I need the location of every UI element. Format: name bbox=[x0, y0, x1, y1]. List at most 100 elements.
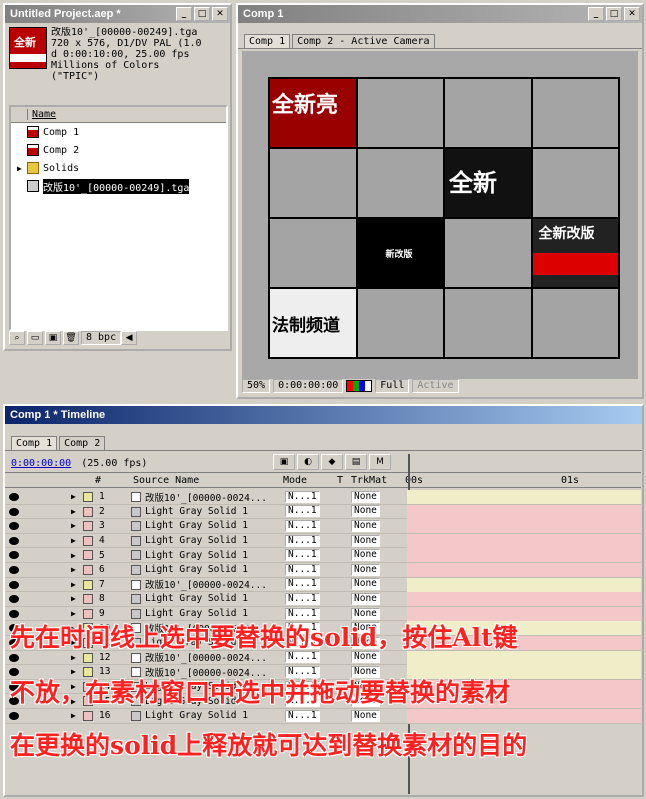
mode-dropdown[interactable]: N...1 bbox=[285, 563, 320, 576]
maximize-button[interactable]: □ bbox=[194, 7, 210, 21]
project-titlebar[interactable]: Untitled Project.aep * _ □ ✕ bbox=[5, 5, 230, 23]
tab-comp1[interactable]: Comp 1 bbox=[11, 436, 58, 450]
eye-icon[interactable] bbox=[9, 711, 19, 720]
layer-source-name[interactable]: Light Gray Solid 1 bbox=[145, 506, 248, 517]
eye-icon[interactable] bbox=[9, 653, 19, 662]
label-color-swatch[interactable] bbox=[83, 550, 93, 561]
comp-canvas[interactable]: 全新亮 全新 新改版 全新改版 法制频道 bbox=[242, 51, 638, 379]
expand-arrow-icon[interactable]: ▶ bbox=[71, 653, 76, 662]
timeline-timecode[interactable]: 0:00:00:00 bbox=[11, 458, 71, 469]
trkmat-dropdown[interactable]: None bbox=[351, 563, 380, 576]
scroll-left-icon[interactable]: ◀ bbox=[121, 331, 138, 345]
col-trkmat[interactable]: TrkMat bbox=[351, 475, 387, 486]
trash-icon[interactable]: 🗑 bbox=[63, 331, 79, 345]
expand-arrow-icon[interactable]: ▶ bbox=[17, 164, 22, 173]
layer-duration-bar[interactable] bbox=[407, 519, 641, 534]
eye-icon[interactable] bbox=[9, 536, 19, 545]
project-item[interactable]: ▶ Solids bbox=[11, 159, 226, 177]
trkmat-dropdown[interactable]: None bbox=[351, 519, 380, 532]
layer-duration-bar[interactable] bbox=[407, 708, 641, 723]
label-color-swatch[interactable] bbox=[83, 521, 93, 532]
trkmat-dropdown[interactable]: None bbox=[351, 490, 380, 503]
mode-dropdown[interactable]: N...1 bbox=[285, 490, 320, 503]
mode-dropdown[interactable]: N...1 bbox=[285, 505, 320, 518]
mode-dropdown[interactable]: N...1 bbox=[285, 592, 320, 605]
label-color-swatch[interactable] bbox=[83, 579, 93, 590]
trkmat-dropdown[interactable]: None bbox=[351, 709, 380, 722]
layer-source-name[interactable]: 改版10'_[00000-0024... bbox=[145, 577, 267, 591]
tab-comp2[interactable]: Comp 2 - Active Camera bbox=[292, 34, 435, 48]
trkmat-dropdown[interactable]: None bbox=[351, 578, 380, 591]
trkmat-dropdown[interactable]: None bbox=[351, 549, 380, 562]
eye-icon[interactable] bbox=[9, 551, 19, 560]
motion-blur-m-icon[interactable]: M bbox=[369, 454, 391, 470]
layer-row[interactable]: ▶ 4 Light Gray Solid 1 N...1 None bbox=[5, 533, 641, 549]
frame-blend-icon[interactable]: ▤ bbox=[345, 454, 367, 470]
find-icon[interactable]: ⌕ bbox=[9, 331, 25, 345]
layer-duration-bar[interactable] bbox=[407, 562, 641, 577]
layer-row[interactable]: ▶ 8 Light Gray Solid 1 N...1 None bbox=[5, 592, 641, 607]
expand-arrow-icon[interactable]: ▶ bbox=[71, 521, 76, 530]
col-source-name[interactable]: Source Name bbox=[133, 475, 199, 486]
new-comp-icon[interactable]: ▣ bbox=[45, 331, 61, 345]
expand-arrow-icon[interactable]: ▶ bbox=[71, 565, 76, 574]
mode-dropdown[interactable]: N...1 bbox=[285, 534, 320, 547]
minimize-button[interactable]: _ bbox=[176, 7, 192, 21]
layer-row[interactable]: ▶ 16 Light Gray Solid 1 N...1 None bbox=[5, 708, 641, 724]
layer-duration-bar[interactable] bbox=[407, 504, 641, 519]
project-item[interactable]: Comp 2 bbox=[11, 141, 226, 159]
layer-row[interactable]: ▶ 1 改版10'_[00000-0024... N...1 None bbox=[5, 490, 641, 505]
eye-icon[interactable] bbox=[9, 507, 19, 516]
mode-dropdown[interactable]: N...1 bbox=[285, 549, 320, 562]
layer-row[interactable]: ▶ 6 Light Gray Solid 1 N...1 None bbox=[5, 562, 641, 578]
timeline-titlebar[interactable]: Comp 1 * Timeline bbox=[5, 406, 642, 424]
mode-dropdown[interactable]: N...1 bbox=[285, 519, 320, 532]
expand-arrow-icon[interactable]: ▶ bbox=[71, 711, 76, 720]
label-color-swatch[interactable] bbox=[83, 594, 93, 605]
bpc-indicator[interactable]: 8 bpc bbox=[81, 331, 122, 345]
expand-arrow-icon[interactable]: ▶ bbox=[71, 551, 76, 560]
label-color-swatch[interactable] bbox=[83, 492, 93, 502]
draft-3d-icon[interactable]: ◆ bbox=[321, 454, 343, 470]
expand-arrow-icon[interactable]: ▶ bbox=[71, 609, 76, 618]
label-color-swatch[interactable] bbox=[83, 506, 93, 517]
layer-duration-bar[interactable] bbox=[407, 490, 641, 504]
eye-icon[interactable] bbox=[9, 609, 19, 618]
comp-titlebar[interactable]: Comp 1 _ □ ✕ bbox=[238, 5, 642, 23]
layer-source-name[interactable]: Light Gray Solid 1 bbox=[145, 550, 248, 561]
project-item[interactable]: 改版10'_[00000-00249].tga bbox=[11, 177, 226, 195]
label-color-swatch[interactable] bbox=[83, 535, 93, 546]
layer-source-name[interactable]: Light Gray Solid 1 bbox=[145, 564, 248, 575]
minimize-button[interactable]: _ bbox=[588, 7, 604, 21]
expand-arrow-icon[interactable]: ▶ bbox=[71, 507, 76, 516]
project-item-list[interactable]: Name Comp 1 Comp 2 ▶ Solids 改版10'_[00000-… bbox=[9, 105, 228, 331]
color-channels-icon[interactable] bbox=[346, 380, 373, 392]
layer-duration-bar[interactable] bbox=[407, 592, 641, 607]
eye-icon[interactable] bbox=[9, 580, 19, 589]
new-folder-icon[interactable]: ▭ bbox=[27, 331, 43, 345]
trkmat-dropdown[interactable]: None bbox=[351, 592, 380, 605]
layer-source-name[interactable]: Light Gray Solid 1 bbox=[145, 520, 248, 531]
layer-source-name[interactable]: 改版10'_[00000-0024... bbox=[145, 490, 267, 504]
resolution-dropdown[interactable]: Full bbox=[375, 379, 410, 393]
tab-comp2[interactable]: Comp 2 bbox=[59, 436, 106, 450]
expand-arrow-icon[interactable]: ▶ bbox=[71, 580, 76, 589]
layer-row[interactable]: ▶ 2 Light Gray Solid 1 N...1 None bbox=[5, 504, 641, 520]
maximize-button[interactable]: □ bbox=[606, 7, 622, 21]
project-item[interactable]: Comp 1 bbox=[11, 123, 226, 141]
layer-duration-bar[interactable] bbox=[407, 548, 641, 563]
comp-flowchart-icon[interactable]: ▣ bbox=[273, 454, 295, 470]
expand-arrow-icon[interactable]: ▶ bbox=[71, 536, 76, 545]
close-button[interactable]: ✕ bbox=[624, 7, 640, 21]
eye-icon[interactable] bbox=[9, 595, 19, 604]
layer-duration-bar[interactable] bbox=[407, 533, 641, 548]
tab-comp1[interactable]: Comp 1 bbox=[244, 34, 291, 48]
layer-source-name[interactable]: Light Gray Solid 1 bbox=[145, 535, 248, 546]
eye-icon[interactable] bbox=[9, 565, 19, 574]
camera-dropdown[interactable]: Active bbox=[412, 379, 459, 393]
column-name[interactable]: Name bbox=[27, 109, 56, 120]
label-color-swatch[interactable] bbox=[83, 564, 93, 575]
mode-dropdown[interactable]: N...1 bbox=[285, 709, 320, 722]
zoom-dropdown[interactable]: 50% bbox=[242, 379, 271, 393]
layer-duration-bar[interactable] bbox=[407, 577, 641, 592]
